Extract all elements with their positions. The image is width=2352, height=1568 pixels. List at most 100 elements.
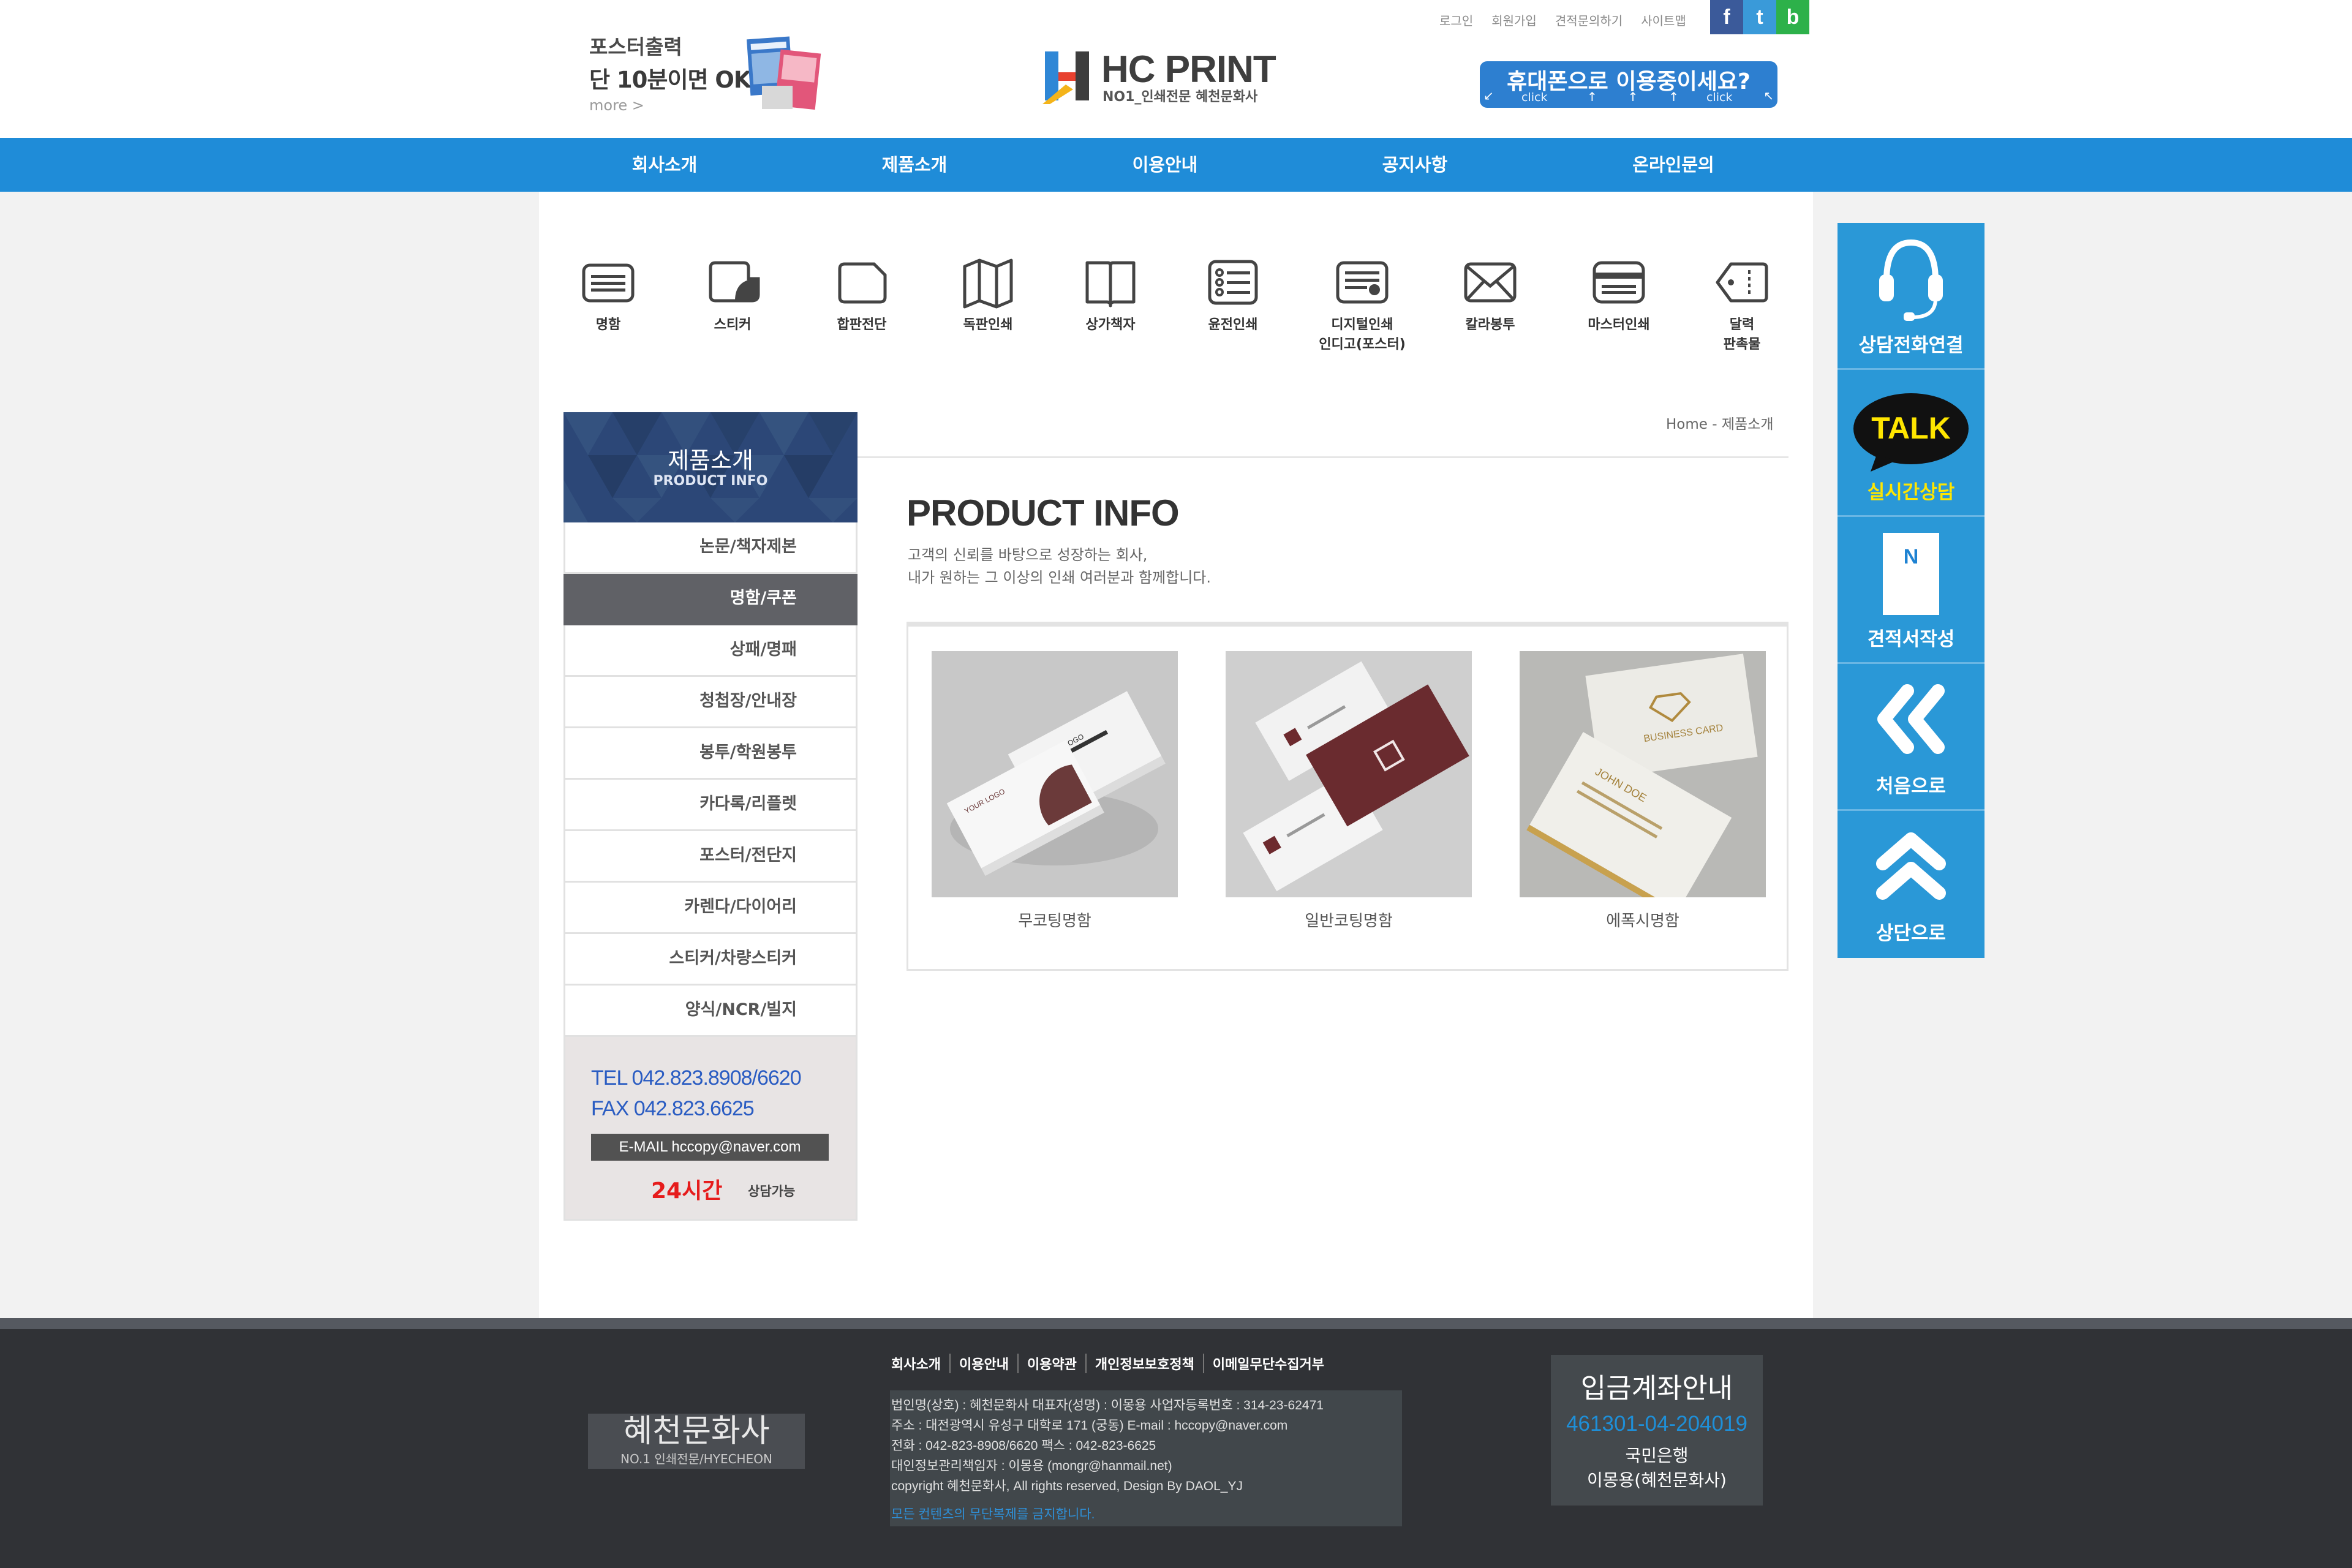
double-up-arrow-icon	[1876, 832, 1946, 900]
product-name: 일반코팅명함	[1305, 912, 1393, 930]
hc-print-logo[interactable]: HC PRINT NO1_인쇄전문 혜천문화사	[1041, 48, 1280, 109]
product-item[interactable]: YOUR LOGO YOUR LOGO 무코팅명함	[932, 651, 1178, 931]
nav-guide[interactable]: 이용안내	[1098, 138, 1232, 192]
document-icon: N	[1883, 533, 1939, 615]
svg-text:N: N	[1904, 545, 1919, 568]
quick-estimate-label: 견적서작성	[1867, 628, 1955, 650]
social-links: f t b	[1710, 0, 1809, 34]
signup-link[interactable]: 회원가입	[1491, 11, 1537, 29]
sidebar-item[interactable]: 봉투/학원봉투	[564, 728, 858, 780]
category-booklet[interactable]: 상가책자	[1061, 254, 1159, 335]
quick-home-button[interactable]: 처음으로	[1838, 664, 1985, 811]
footer-link-privacy[interactable]: 개인정보보호정책	[1087, 1354, 1204, 1373]
category-color-envelope[interactable]: 칼라봉투	[1441, 254, 1539, 335]
page-title: PRODUCT INFO	[907, 492, 1180, 533]
bank-account-number: 461301-04-204019	[1566, 1412, 1747, 1436]
poster-promo-banner[interactable]: 포스터출력 단 10분이면 OK! more >	[589, 31, 828, 116]
footer-link-company[interactable]: 회사소개	[891, 1354, 951, 1373]
sidebar-item[interactable]: 청첩장/안내장	[564, 677, 858, 728]
sidebar-header: 제품소개 PRODUCT INFO	[564, 412, 858, 522]
nav-online-inquiry[interactable]: 온라인문의	[1606, 138, 1741, 192]
svg-text:TALK: TALK	[1871, 411, 1951, 445]
twitter-icon[interactable]: t	[1743, 0, 1776, 34]
logo-title: HC PRINT	[1101, 48, 1276, 91]
product-image-epoxy-card: BUSINESS CARD JOHN DOE	[1520, 651, 1766, 916]
quick-estimate-button[interactable]: N 견적서작성	[1838, 517, 1985, 664]
mobile-banner-click-left: click	[1521, 91, 1548, 104]
footer-logo-title: 혜천문화사	[623, 1413, 770, 1450]
poster-promo-line1: 포스터출력	[589, 35, 682, 59]
poster-more-link[interactable]: more >	[589, 97, 644, 114]
quick-call-button[interactable]: 상담전화연결	[1838, 223, 1985, 370]
category-calendar-promo[interactable]: 달력 판촉물	[1693, 254, 1791, 355]
rotary-print-icon	[1208, 260, 1258, 305]
contact-hours: 24시간	[651, 1178, 723, 1204]
product-item[interactable]: BUSINESS CARD JOHN DOE 에폭시명함	[1520, 651, 1766, 931]
digital-print-icon	[1336, 261, 1389, 304]
sidebar-item[interactable]: 명함/쿠폰	[564, 574, 858, 625]
sidebar-item[interactable]: 논문/책자제본	[564, 522, 858, 574]
double-left-arrow-icon	[1877, 684, 1945, 754]
footer-link-guide[interactable]: 이용안내	[951, 1354, 1019, 1373]
blog-icon[interactable]: b	[1776, 0, 1809, 34]
sidebar-item[interactable]: 포스터/전단지	[564, 831, 858, 883]
quick-talk-button[interactable]: TALK 실시간상담	[1838, 370, 1985, 517]
footer-link-terms[interactable]: 이용약관	[1019, 1354, 1087, 1373]
product-image-uncoated-card: YOUR LOGO YOUR LOGO	[932, 651, 1178, 897]
product-gallery: YOUR LOGO YOUR LOGO 무코팅명함	[907, 622, 1789, 971]
contact-hours-note: 상담가능	[748, 1184, 796, 1199]
content-panel: 명함 스티커 합판전단 독판인쇄 상가책자 윤전인쇄 디지털인쇄 인디고(포스터…	[539, 192, 1813, 1319]
mobile-banner-arrows-icon: ↑ ↑ ↑	[1586, 89, 1679, 104]
category-digital-print[interactable]: 디지털인쇄 인디고(포스터)	[1313, 254, 1411, 355]
footer-link-no-email[interactable]: 이메일무단수집거부	[1204, 1354, 1333, 1373]
logo-subtitle: NO1_인쇄전문 혜천문화사	[1102, 89, 1258, 105]
category-flyer[interactable]: 합판전단	[813, 254, 911, 335]
mobile-version-banner[interactable]: 휴대폰으로 이용중이세요? click click ↑ ↑ ↑ ↙ ↖	[1480, 61, 1777, 108]
category-rotary-print[interactable]: 윤전인쇄	[1184, 254, 1282, 335]
mobile-banner-click-right: click	[1706, 91, 1733, 104]
title-divider	[858, 456, 1789, 458]
sitemap-link[interactable]: 사이트맵	[1641, 11, 1686, 29]
facebook-icon[interactable]: f	[1710, 0, 1743, 34]
footer-company-info: 법인명(상호) : 혜천문화사 대표자(성명) : 이몽용 사업자등록번호 : …	[890, 1390, 1402, 1526]
category-business-card[interactable]: 명함	[559, 254, 657, 335]
page-description: 고객의 신뢰를 바탕으로 성장하는 회사, 내가 원하는 그 이상의 인쇄 여러…	[908, 546, 1212, 586]
arrow-icon: ↙	[1483, 88, 1494, 103]
card-stripe-icon	[1593, 261, 1645, 304]
quick-talk-label: 실시간상담	[1867, 481, 1955, 503]
contact-tel: TEL 042.823.8908/6620	[591, 1066, 802, 1090]
bank-title: 입금계좌안내	[1580, 1372, 1733, 1404]
sidebar-item[interactable]: 카다록/리플렛	[564, 780, 858, 831]
poster-promo-line2: 단 10분이면 OK!	[589, 67, 761, 93]
category-master-print[interactable]: 마스터인쇄	[1570, 254, 1668, 335]
sticker-icon	[709, 261, 760, 303]
footer-links: 회사소개 이용안내 이용약관 개인정보보호정책 이메일무단수집거부	[891, 1354, 1333, 1373]
quick-home-label: 처음으로	[1875, 775, 1947, 797]
quick-top-button[interactable]: 상단으로	[1838, 811, 1985, 958]
nav-company[interactable]: 회사소개	[597, 138, 732, 192]
product-item[interactable]: 일반코팅명함	[1226, 651, 1472, 931]
category-icon-strip: 명함 스티커 합판전단 독판인쇄 상가책자 윤전인쇄 디지털인쇄 인디고(포스터…	[539, 254, 1813, 364]
category-single-print[interactable]: 독판인쇄	[939, 254, 1037, 335]
product-name: 에폭시명함	[1606, 912, 1679, 930]
sidebar-item[interactable]: 스티커/차량스티커	[564, 934, 858, 986]
tag-icon	[1716, 262, 1768, 303]
nav-products[interactable]: 제품소개	[847, 138, 982, 192]
logo-mark-icon	[1042, 51, 1089, 104]
sidebar-item[interactable]: 카렌다/다이어리	[564, 883, 858, 934]
nav-notice[interactable]: 공지사항	[1348, 138, 1482, 192]
login-link[interactable]: 로그인	[1439, 11, 1473, 29]
business-card-icon	[582, 263, 635, 303]
site-footer: 혜천문화사 NO.1 인쇄전문/HYECHEON 회사소개 이용안내 이용약관 …	[0, 1329, 2352, 1568]
bank-account-box: 입금계좌안내 461301-04-204019 국민은행 이몽용(혜천문화사)	[1551, 1355, 1763, 1506]
quote-inquiry-link[interactable]: 견적문의하기	[1555, 11, 1623, 29]
footer-top-bar	[0, 1318, 2352, 1329]
contact-fax: FAX 042.823.6625	[591, 1097, 755, 1120]
contact-email[interactable]: E-MAIL hccopy@naver.com	[591, 1134, 829, 1161]
category-sticker[interactable]: 스티커	[684, 254, 782, 335]
quick-call-label: 상담전화연결	[1858, 334, 1964, 356]
product-image-coated-card	[1226, 651, 1472, 897]
sidebar-item[interactable]: 양식/NCR/빌지	[564, 986, 858, 1037]
site-header: 포스터출력 단 10분이면 OK! more > HC PRINT NO1_인쇄…	[0, 0, 2352, 138]
sidebar-item[interactable]: 상패/명패	[564, 625, 858, 677]
